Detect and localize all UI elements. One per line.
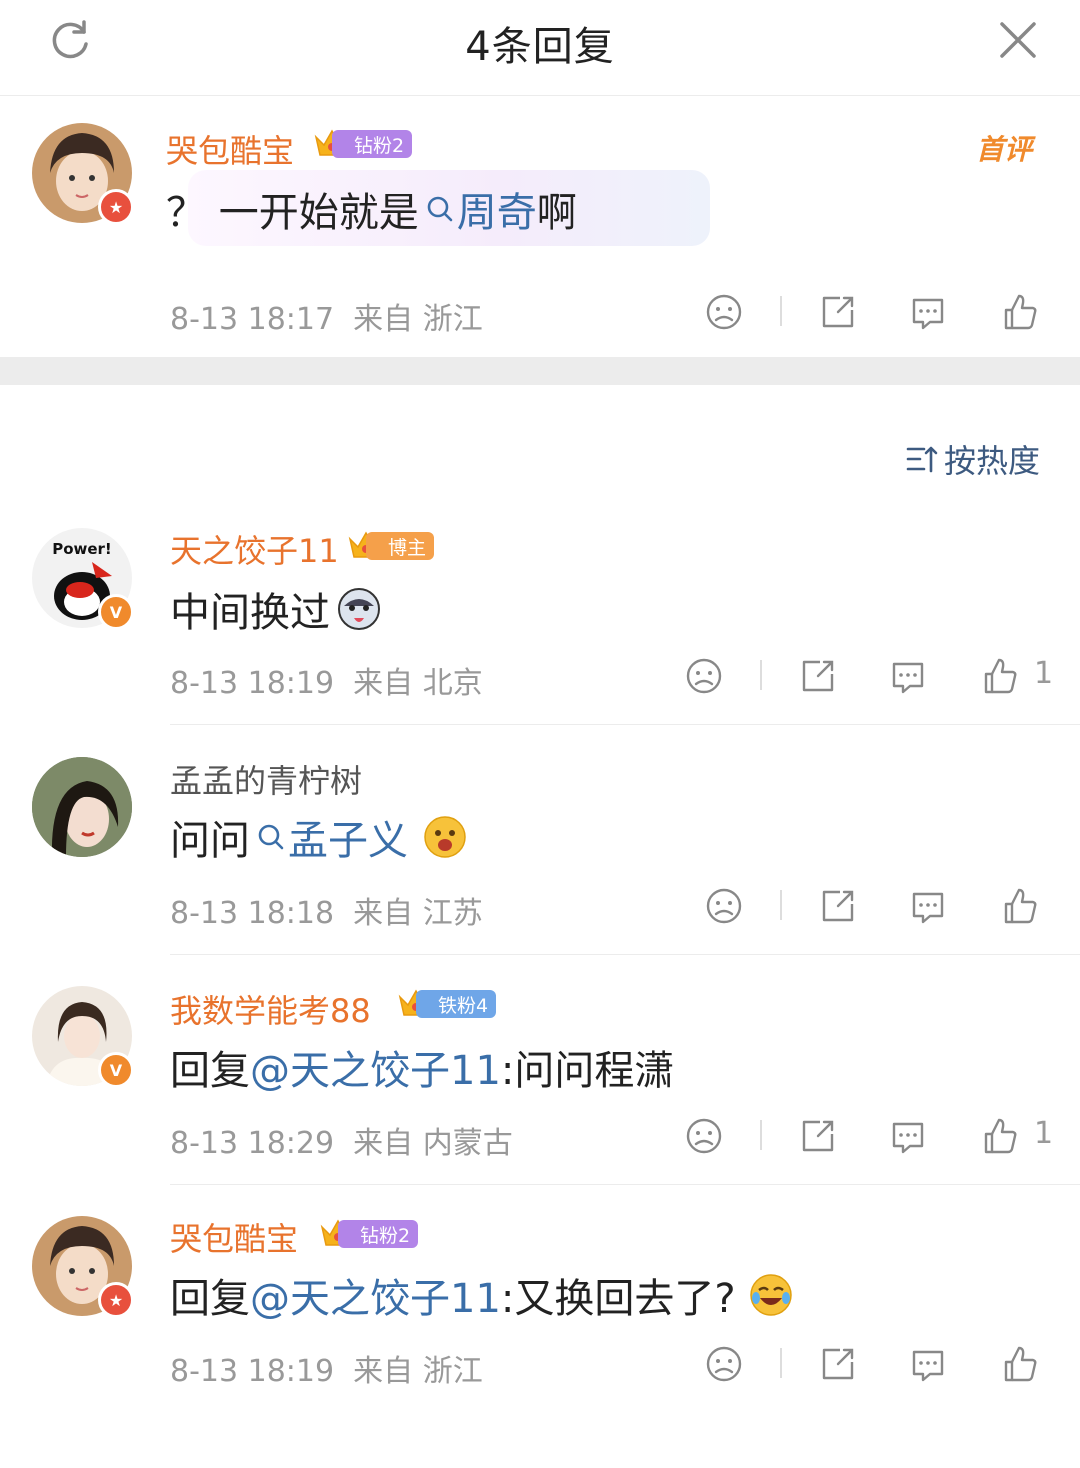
fan-badge: 钻粉2: [312, 128, 413, 160]
fan-badge: 铁粉4: [396, 988, 497, 1020]
comment-text: 回复 @天之饺子11:又换回去了?: [170, 1266, 794, 1324]
avatar[interactable]: Power! V: [32, 528, 134, 630]
drool-emoji-icon: [424, 816, 466, 858]
username[interactable]: 孟孟的青柠树: [170, 756, 362, 802]
comment-button[interactable]: [908, 292, 948, 332]
comment-meta: 8-13 18:18 来自 江苏: [170, 896, 483, 931]
like-button[interactable]: [1000, 292, 1040, 332]
like-button[interactable]: [980, 656, 1020, 696]
topic-link[interactable]: 周奇: [457, 180, 537, 238]
like-icon: [980, 656, 1020, 696]
dislike-icon: [704, 886, 744, 926]
comment-meta: 8-13 18:19 来自 北京: [170, 666, 483, 701]
like-button[interactable]: [1000, 886, 1040, 926]
comment-meta: 8-13 18:19 来自 浙江: [170, 1354, 483, 1389]
dislike-icon: [684, 1116, 724, 1156]
share-button[interactable]: [798, 1116, 838, 1156]
verified-badge: V: [98, 594, 134, 630]
comment-meta: 8-13 18:29 来自 内蒙古: [170, 1126, 513, 1161]
sort-icon: [906, 446, 938, 473]
share-icon: [798, 1116, 838, 1156]
share-icon: [798, 656, 838, 696]
divider: [170, 1184, 1080, 1185]
action-bar: [704, 886, 1044, 930]
username[interactable]: 哭包酷宝: [170, 1214, 298, 1260]
like-icon: [980, 1116, 1020, 1156]
share-button[interactable]: [798, 656, 838, 696]
like-icon: [1000, 1344, 1040, 1384]
comment-text: 中间换过: [170, 580, 382, 638]
share-button[interactable]: [818, 886, 858, 926]
divider: [170, 724, 1080, 725]
sort-label: 按热度: [944, 442, 1041, 480]
close-icon: [1000, 22, 1036, 58]
avatar[interactable]: V: [32, 986, 134, 1088]
divider: [170, 954, 1080, 955]
like-count: 1: [1034, 1116, 1054, 1151]
dislike-button[interactable]: [704, 292, 744, 332]
action-bar: 1: [684, 656, 1064, 700]
share-icon: [818, 886, 858, 926]
like-button[interactable]: [1000, 1344, 1040, 1384]
mention-link[interactable]: @天之饺子11: [250, 1038, 501, 1096]
comment-icon: [888, 656, 928, 696]
first-comment-badge: 首评: [976, 133, 1033, 166]
verified-badge: ★: [98, 189, 134, 225]
page-title: 4条回复: [465, 24, 615, 70]
search-topic-icon: [256, 822, 286, 852]
section-divider: [0, 357, 1080, 385]
laugh-cry-emoji-icon: [749, 1274, 792, 1316]
dislike-button[interactable]: [704, 886, 744, 926]
comment-button[interactable]: [888, 1116, 928, 1156]
verified-badge: ★: [98, 1282, 134, 1318]
comment-text: 问问 孟子义: [170, 808, 468, 866]
dislike-button[interactable]: [684, 1116, 724, 1156]
share-icon: [818, 1344, 858, 1384]
dislike-button[interactable]: [684, 656, 724, 696]
share-button[interactable]: [818, 292, 858, 332]
username[interactable]: 我数学能考88: [170, 986, 371, 1032]
share-icon: [818, 292, 858, 332]
username[interactable]: 哭包酷宝: [166, 126, 294, 172]
comment-button[interactable]: [908, 1344, 948, 1384]
dislike-button[interactable]: [704, 1344, 744, 1384]
search-topic-icon: [425, 194, 455, 224]
action-bar: 1: [684, 1116, 1064, 1160]
like-icon: [1000, 292, 1040, 332]
action-bar: [704, 1344, 1044, 1388]
fan-badge: 钻粉2: [318, 1218, 419, 1250]
comment-icon: [908, 292, 948, 332]
comment-icon: [908, 1344, 948, 1384]
comment-button[interactable]: [908, 886, 948, 926]
header-bar: 4条回复: [0, 0, 1080, 96]
comment-icon: [888, 1116, 928, 1156]
dislike-icon: [704, 292, 744, 332]
comment-button[interactable]: [888, 656, 928, 696]
username[interactable]: 天之饺子11: [170, 526, 339, 572]
mention-link[interactable]: @天之饺子11: [250, 1266, 501, 1324]
dislike-icon: [704, 1344, 744, 1384]
comment-text: 回复 @天之饺子11:问问程潇: [170, 1038, 674, 1096]
comment-meta: 8-13 18:17 来自 浙江: [170, 302, 483, 337]
avatar[interactable]: ★: [32, 1216, 134, 1318]
share-button[interactable]: [818, 1344, 858, 1384]
action-bar: [704, 292, 1044, 336]
avatar[interactable]: ★: [32, 123, 134, 225]
verified-badge: V: [98, 1052, 134, 1088]
close-button[interactable]: [994, 16, 1042, 64]
svg-text:Power!: Power!: [52, 540, 112, 558]
husky-emoji-icon: [338, 588, 380, 630]
topic-link[interactable]: 孟子义: [288, 808, 408, 866]
like-count: 1: [1034, 656, 1054, 691]
like-icon: [1000, 886, 1040, 926]
dislike-icon: [684, 656, 724, 696]
comment-icon: [908, 886, 948, 926]
like-button[interactable]: [980, 1116, 1020, 1156]
sort-toggle[interactable]: 按热度: [906, 436, 1040, 482]
comment-text: ？ 一开始就是 周奇 啊: [166, 180, 577, 238]
avatar[interactable]: [32, 757, 132, 857]
fan-badge: 博主: [346, 530, 435, 562]
